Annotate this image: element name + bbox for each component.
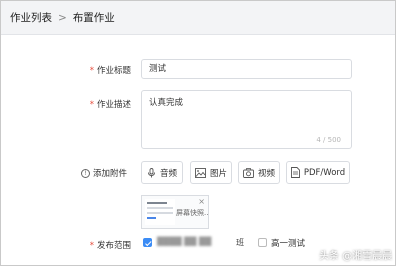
class-checkbox-2[interactable] (258, 238, 267, 247)
class-option-2-label: 高一测试 (271, 239, 306, 249)
close-icon[interactable]: × (198, 197, 205, 206)
attachment-caption: 屏幕快照... (176, 209, 209, 217)
image-button[interactable]: 图片 (190, 161, 232, 184)
description-text: 认真完成 (149, 98, 184, 108)
breadcrumb-separator: > (58, 11, 67, 24)
audio-button[interactable]: 音频 (141, 161, 183, 184)
class-checkbox-1[interactable] (143, 238, 152, 247)
image-icon (195, 167, 206, 178)
page-frame: 作业列表 > 布置作业 * 作业标题 测试 * 作业描述 认真完成 4 / 500 … (0, 0, 396, 266)
attachments-label: ! 添加附件 (81, 167, 127, 179)
class-option-1-label: 班 (236, 238, 244, 247)
attachment-thumbnail[interactable]: 屏幕快照... × (141, 195, 209, 229)
breadcrumb-current: 布置作业 (72, 12, 115, 24)
breadcrumb: 作业列表 > 布置作业 (1, 1, 395, 35)
document-icon (290, 167, 300, 178)
description-label: * 作业描述 (89, 100, 131, 110)
microphone-icon (148, 167, 155, 177)
info-icon: ! (81, 168, 90, 178)
video-button[interactable]: 视频 (238, 161, 280, 184)
title-input[interactable]: 测试 (141, 59, 352, 79)
description-textarea[interactable]: 认真完成 4 / 500 (141, 90, 352, 149)
blurred-class-name: ████ ██ ██ (157, 237, 212, 246)
watermark: 头条 @湘雪晨晨 (319, 251, 393, 262)
publish-scope-label: * 发布范围 (89, 241, 131, 251)
char-counter: 4 / 500 (316, 136, 341, 144)
title-label: * 作业标题 (89, 66, 131, 76)
pdf-word-button[interactable]: PDF/Word (286, 161, 350, 184)
camera-icon (243, 167, 254, 178)
breadcrumb-parent-link[interactable]: 作业列表 (10, 10, 52, 25)
screenshot-preview (145, 199, 175, 225)
